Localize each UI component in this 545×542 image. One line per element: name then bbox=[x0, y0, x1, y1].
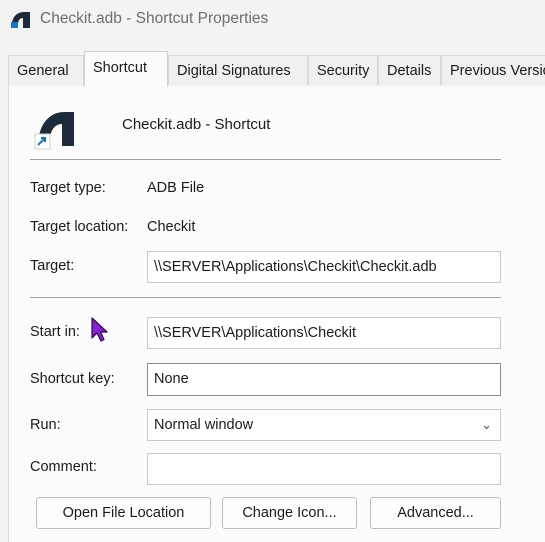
tab-digital-signatures[interactable]: Digital Signatures bbox=[168, 55, 308, 85]
tab-details[interactable]: Details bbox=[378, 55, 441, 85]
shortcut-key-field[interactable]: None bbox=[147, 363, 501, 396]
title-bar: Checkit.adb - Shortcut Properties bbox=[0, 0, 545, 40]
tab-label: Shortcut bbox=[93, 60, 147, 76]
tab-label: Details bbox=[387, 63, 432, 79]
mouse-pointer-icon bbox=[91, 317, 108, 342]
shortcut-name: Checkit.adb - Shortcut bbox=[122, 116, 271, 133]
app-logo-icon bbox=[34, 112, 74, 150]
tab-previous-versions[interactable]: Previous Versions bbox=[441, 55, 545, 85]
shortcut-arrow-icon bbox=[34, 133, 51, 150]
comment-label: Comment: bbox=[30, 459, 97, 475]
start-in-label: Start in: bbox=[30, 324, 80, 340]
target-type-label: Target type: bbox=[30, 180, 106, 196]
run-label: Run: bbox=[30, 417, 61, 433]
tab-security[interactable]: Security bbox=[308, 55, 378, 85]
start-in-field[interactable]: \\SERVER\Applications\Checkit bbox=[147, 317, 501, 349]
open-file-location-button[interactable]: Open File Location bbox=[36, 497, 211, 529]
target-field[interactable]: \\SERVER\Applications\Checkit\Checkit.ad… bbox=[147, 251, 501, 283]
tab-label: Digital Signatures bbox=[177, 63, 291, 79]
chevron-down-icon: ⌄ bbox=[481, 417, 492, 432]
tab-general[interactable]: General bbox=[8, 55, 84, 85]
target-label: Target: bbox=[30, 258, 75, 274]
divider bbox=[30, 159, 501, 160]
window-title: Checkit.adb - Shortcut Properties bbox=[40, 10, 269, 27]
tab-shortcut[interactable]: Shortcut bbox=[84, 51, 168, 87]
tab-label: General bbox=[17, 63, 69, 79]
run-select[interactable]: Normal window ⌄ bbox=[147, 409, 501, 441]
divider bbox=[30, 297, 501, 298]
target-type-value: ADB File bbox=[147, 180, 205, 196]
target-location-label: Target location: bbox=[30, 219, 129, 235]
tab-label: Security bbox=[317, 63, 370, 79]
comment-field[interactable] bbox=[147, 453, 501, 485]
change-icon-button[interactable]: Change Icon... bbox=[222, 497, 357, 529]
app-logo-icon bbox=[11, 12, 30, 28]
tab-label: Previous Versions bbox=[450, 63, 545, 79]
tab-strip: General Shortcut Digital Signatures Secu… bbox=[8, 51, 545, 87]
run-selected-value: Normal window bbox=[154, 417, 254, 433]
advanced-button[interactable]: Advanced... bbox=[370, 497, 501, 529]
shortcut-key-label: Shortcut key: bbox=[30, 371, 115, 387]
target-location-value: Checkit bbox=[147, 219, 196, 235]
